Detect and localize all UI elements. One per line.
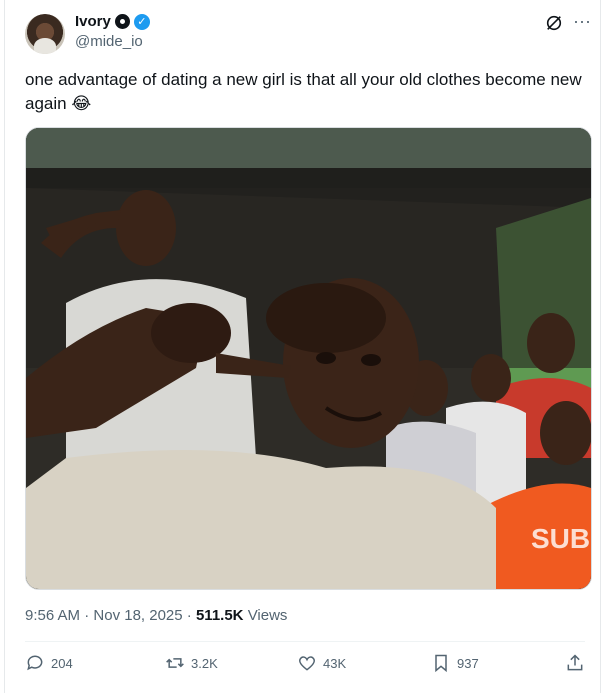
repost-button[interactable]: 3.2K (165, 653, 218, 673)
like-button[interactable]: 43K (297, 653, 346, 673)
reply-count: 204 (51, 655, 73, 671)
divider (25, 641, 585, 642)
repost-icon (166, 658, 184, 668)
avatar[interactable] (25, 14, 65, 54)
verified-badge-icon: ✓ (133, 13, 150, 30)
tweet-card: Ivory ✓ @mide_io ··· one advantage of da… (4, 0, 601, 693)
grok-icon[interactable] (545, 14, 563, 32)
views-count: 511.5K (195, 607, 244, 624)
share-button[interactable] (565, 653, 585, 673)
reply-button[interactable]: 204 (25, 653, 73, 673)
views-label: Views (247, 607, 288, 624)
tweet-photo[interactable]: SUB (25, 127, 592, 590)
heart-icon (298, 656, 316, 671)
tweet-meta: 9:56 AM · Nov 18, 2025 · 511.5K Views (25, 607, 287, 624)
reply-icon (27, 655, 43, 671)
author-name[interactable]: Ivory (75, 13, 111, 30)
tweet-text: one advantage of dating a new girl is th… (25, 70, 582, 113)
meta-separator-2: · (186, 607, 192, 624)
author-handle[interactable]: @mide_io (75, 33, 143, 50)
svg-text:SUB: SUB (531, 523, 590, 554)
like-count: 43K (323, 655, 347, 671)
affiliate-badge-icon (114, 14, 130, 29)
repost-count: 3.2K (191, 655, 218, 671)
tweet-time[interactable]: 9:56 AM (25, 607, 80, 624)
action-bar: 204 3.2K 43K 937 (25, 653, 590, 679)
bookmark-icon (435, 654, 447, 673)
bookmark-button[interactable]: 937 (431, 653, 479, 673)
tweet-date[interactable]: Nov 18, 2025 (93, 607, 182, 624)
bookmark-count: 937 (457, 655, 479, 671)
share-icon (567, 654, 583, 671)
more-options-icon[interactable]: ··· (573, 12, 591, 30)
author-name-row[interactable]: Ivory ✓ (75, 13, 150, 30)
meta-separator: · (84, 607, 90, 624)
photo-illustration: SUB (26, 128, 591, 589)
